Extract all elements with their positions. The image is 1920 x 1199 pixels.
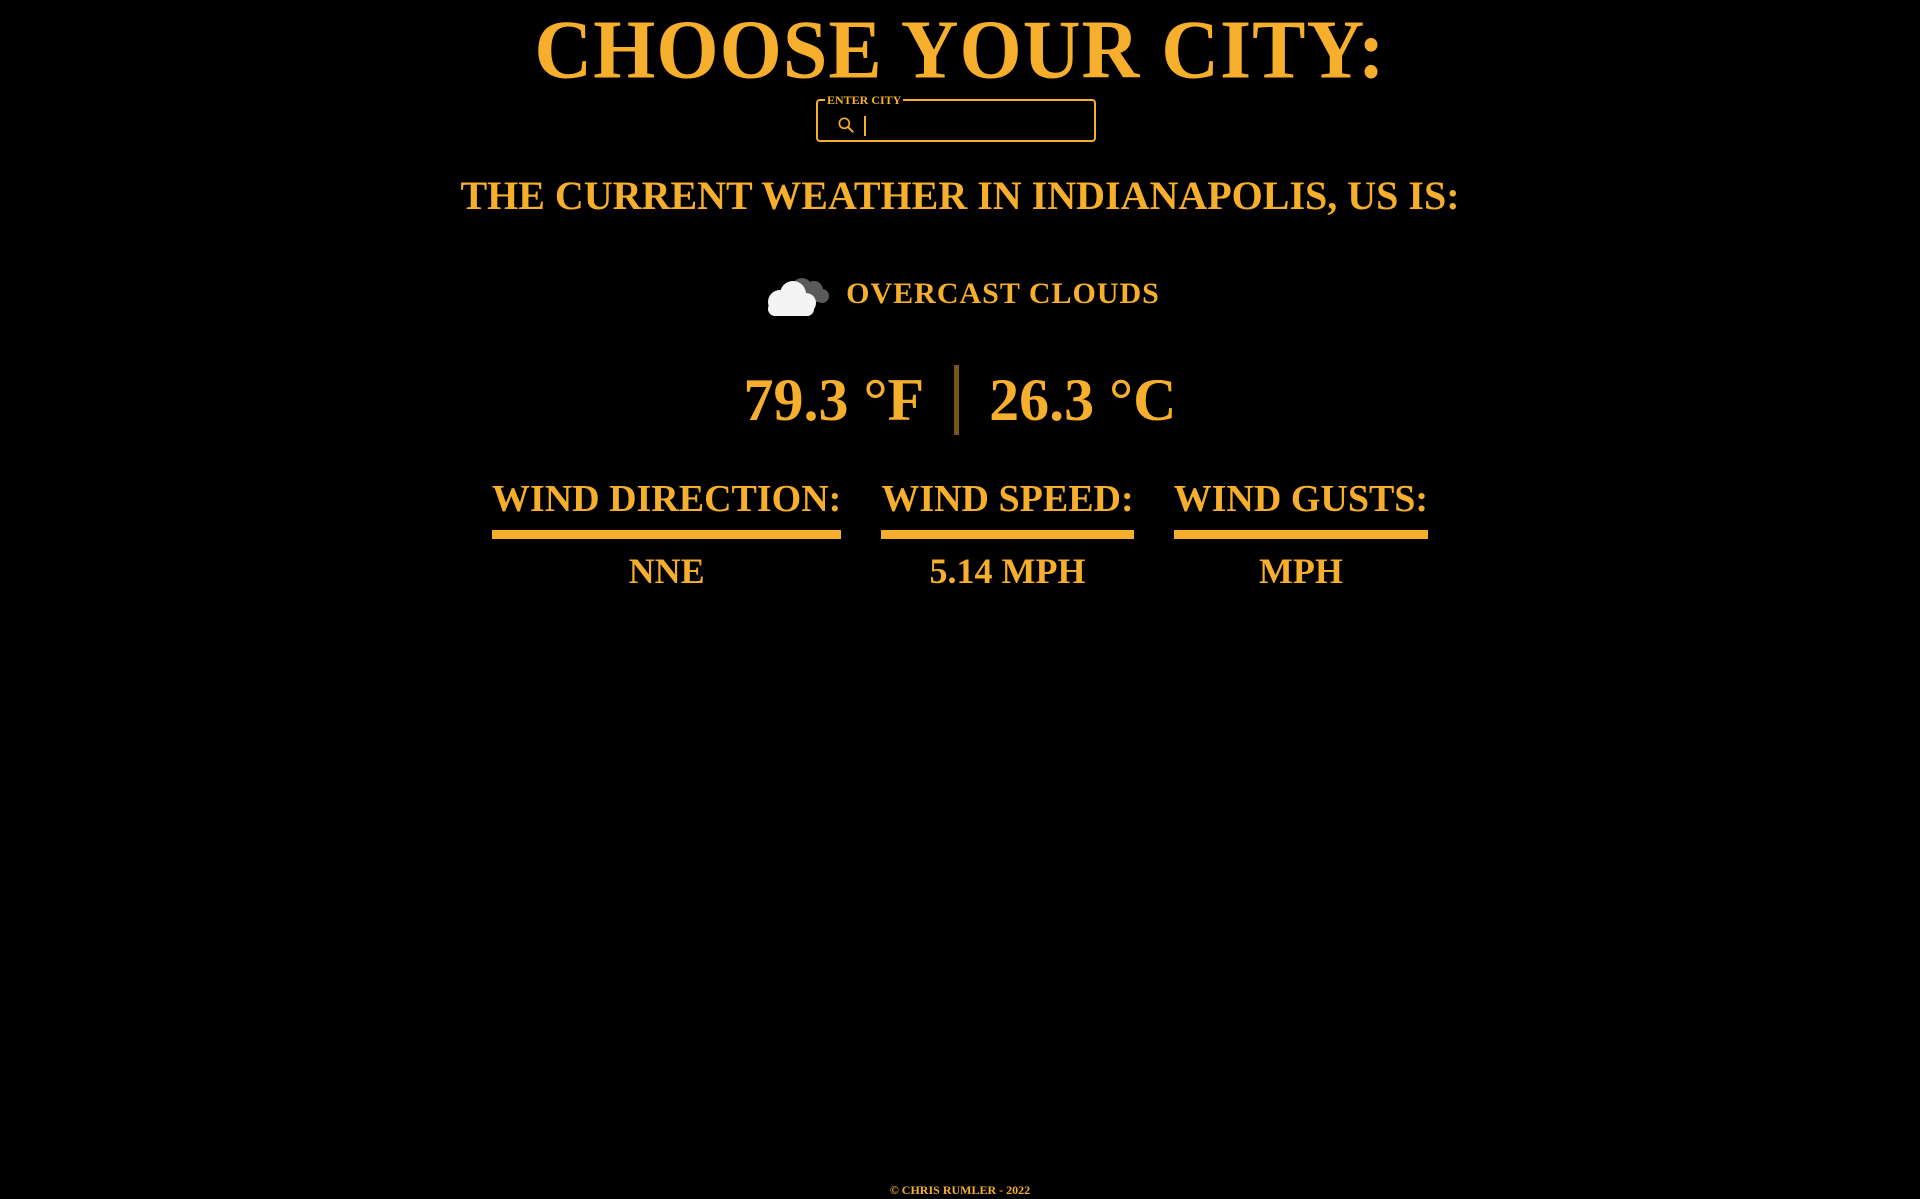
current-weather-heading: THE CURRENT WEATHER IN INDIANAPOLIS, US … (460, 173, 1460, 218)
condition-row: OVERCAST CLOUDS (0, 266, 1920, 322)
wind-gusts-underline (1173, 529, 1429, 539)
wind-speed-label: WIND SPEED: (881, 478, 1134, 520)
search-input[interactable] (862, 112, 1082, 138)
wind-gusts-label: WIND GUSTS: (1173, 478, 1429, 520)
search-field[interactable]: ENTER CITY (816, 94, 1096, 142)
temperature-celsius: 26.3 °C (989, 367, 1177, 433)
wind-speed-underline (881, 529, 1134, 539)
condition-text: OVERCAST CLOUDS (846, 277, 1160, 310)
wind-gusts-card: WIND GUSTS: MPH (1173, 478, 1429, 592)
search-icon (838, 117, 854, 133)
wind-speed-value: 5.14 MPH (929, 550, 1086, 591)
wind-direction-card: WIND DIRECTION: NNE (491, 478, 842, 592)
search-legend: ENTER CITY (827, 93, 902, 107)
temperature-fahrenheit: 79.3 °F (743, 367, 925, 433)
temperature-row: 79.3 °F 26.3 °C (0, 360, 1920, 440)
wind-direction-label: WIND DIRECTION: (491, 478, 842, 520)
wind-direction-value: NNE (628, 550, 705, 591)
wind-gusts-value: MPH (1258, 550, 1343, 591)
wind-direction-underline (491, 529, 842, 539)
overcast-clouds-icon (768, 278, 830, 316)
footer-copyright: © CHRIS RUMLER - 2022 (889, 1183, 1031, 1197)
wind-speed-card: WIND SPEED: 5.14 MPH (881, 478, 1134, 592)
temperature-divider (954, 365, 960, 435)
page-title: CHOOSE YOUR CITY: (534, 3, 1386, 97)
page: CHOOSE YOUR CITY: ENTER CITY THE CURRENT… (0, 0, 1920, 1199)
wind-row: WIND DIRECTION: NNE WIND SPEED: 5.14 MPH… (0, 478, 1920, 592)
